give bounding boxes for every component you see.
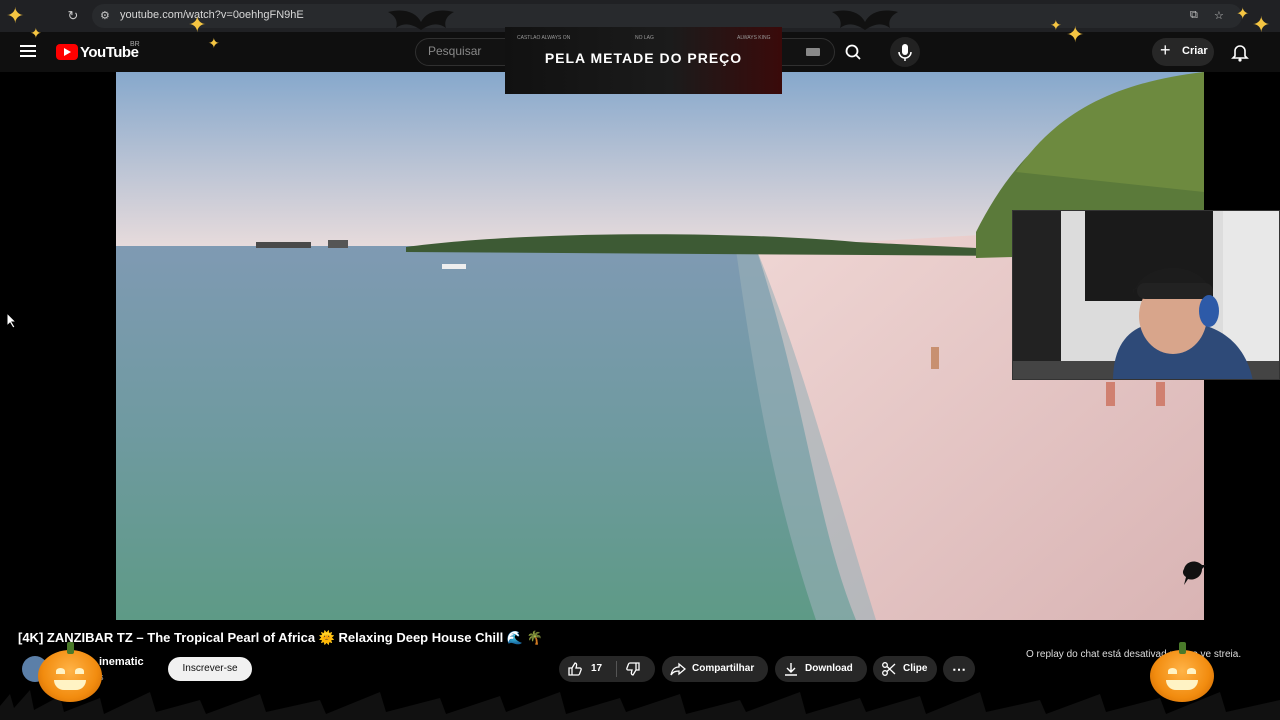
site-settings-icon[interactable]: ⚙ [100,9,110,22]
webcam-feed [1013,211,1279,379]
thumbs-down-icon[interactable] [625,661,641,677]
channel-avatar[interactable] [22,656,48,682]
voice-search-button[interactable] [890,37,920,67]
scissors-icon [882,662,896,676]
mouse-cursor-icon [7,313,18,329]
install-app-icon[interactable]: ⧉ [1190,9,1198,22]
pumpkin-eye [1168,668,1177,674]
subscribe-button[interactable]: Inscrever-se [168,657,252,681]
country-code: BR [130,41,140,48]
like-separator [616,661,617,677]
channel-name[interactable]: inematic [99,656,144,668]
mic-icon [898,44,912,61]
notifications-button[interactable] [1229,41,1251,63]
bookmark-star-icon[interactable]: ☆ [1214,9,1224,22]
create-button[interactable]: + Criar [1152,38,1214,66]
clip-button[interactable]: Clipe [873,656,937,682]
chat-replay-notice: O replay do chat está desativad para e v… [1026,649,1242,660]
thumbs-up-icon[interactable] [567,661,583,677]
ad-small-left: CASTLAO ALWAYS ON [517,35,571,41]
ad-title: PELA METADE DO PREÇO [544,50,743,66]
like-count: 17 [591,663,603,674]
keyboard-icon[interactable] [806,48,820,56]
share-button[interactable]: Compartilhar [662,656,768,682]
create-label: Criar [1182,45,1208,57]
clip-label: Clipe [903,663,928,674]
ad-small-mid: NO LAG [635,35,654,41]
video-title: [4K] ZANZIBAR TZ – The Tropical Pearl of… [18,630,543,645]
share-arrow-icon [670,662,686,676]
webcam-overlay [1012,210,1280,380]
ad-small-right: ALWAYS KING [737,35,771,41]
spooky-grass-decoration [0,690,1280,720]
menu-icon[interactable] [20,45,36,57]
plus-icon: + [1160,40,1171,60]
search-icon [845,44,861,60]
bell-icon [1231,45,1249,62]
ad-banner[interactable]: CASTLAO ALWAYS ON NO LAG ALWAYS KING PEL… [505,27,782,94]
like-dislike-group: 17 [559,656,655,682]
download-button[interactable]: Download [775,656,867,682]
share-label: Compartilhar [692,663,755,674]
reload-icon[interactable]: ↻ [65,8,81,24]
more-dots-icon: ⋯ [952,661,966,677]
pumpkin-eye [56,668,65,674]
pumpkin-eye [75,668,84,674]
channel-subscribers: s [99,672,104,682]
youtube-logo-icon[interactable] [56,44,78,60]
search-button[interactable] [838,39,868,65]
download-label: Download [805,663,853,674]
more-actions-button[interactable]: ⋯ [943,656,975,682]
pumpkin-eye [1187,668,1196,674]
download-icon [785,663,797,676]
url-text: youtube.com/watch?v=0oehhgFN9hE [120,9,304,21]
search-placeholder: Pesquisar [428,44,482,58]
